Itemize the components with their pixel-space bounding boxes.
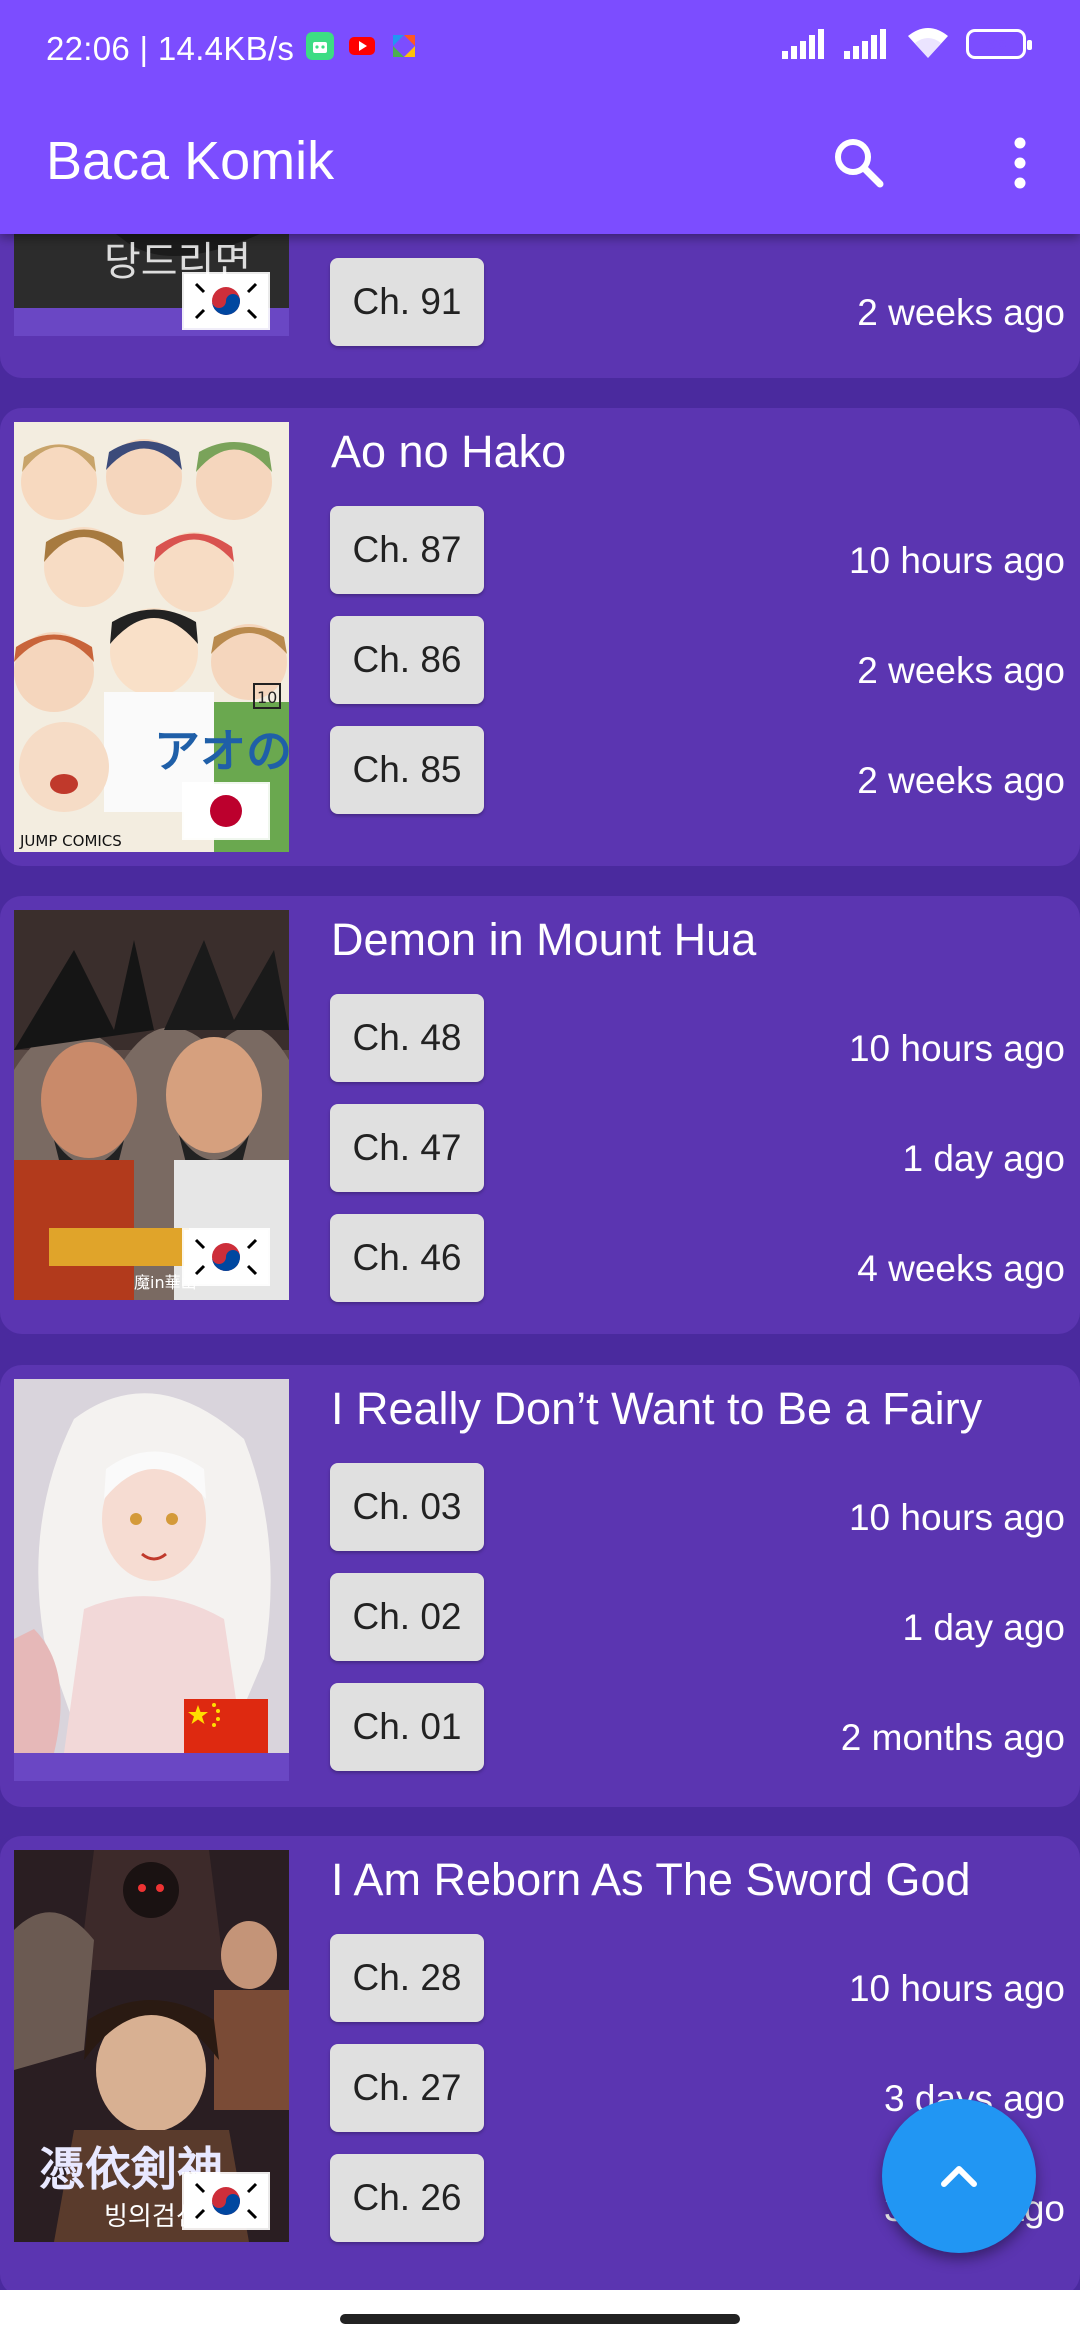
status-time: 22:06 | 14.4KB/s	[46, 30, 295, 67]
comic-title[interactable]: I Am Reborn As The Sword God	[331, 1854, 971, 1906]
status-bar: 22:06 | 14.4KB/s 36	[0, 0, 1080, 100]
korea-flag-icon	[184, 2174, 268, 2228]
search-icon	[835, 139, 884, 188]
chapter-time: 2 weeks ago	[857, 760, 1065, 801]
chapter-time: 2 months ago	[840, 1717, 1065, 1758]
china-flag-icon	[184, 1699, 268, 1753]
chapter-button[interactable]: Ch. 28	[330, 1934, 484, 2022]
kite-app-icon	[393, 35, 415, 57]
chapter-button[interactable]: Ch. 48	[330, 994, 484, 1082]
comic-card[interactable]: アオの JUMP COMICS 10 Ao no Hako Ch. 87 10 …	[0, 408, 1080, 866]
comic-cover[interactable]	[14, 1379, 289, 1753]
notification-icons	[306, 32, 418, 60]
chapter-time: 10 hours ago	[848, 1968, 1065, 2009]
home-indicator[interactable]	[340, 2314, 740, 2324]
cover-strip	[14, 1753, 289, 1781]
chapter-time: 10 hours ago	[848, 540, 1065, 581]
chevron-up-icon	[941, 2166, 977, 2187]
toolbar: Baca Komik	[0, 110, 1080, 234]
battery-icon: 36	[966, 29, 1032, 59]
robot-app-icon	[306, 32, 334, 60]
comic-feed[interactable]: 당드리면 Ch. 91 2 weeks ago アオの JUMP COMICS …	[0, 0, 1080, 2340]
japan-flag-icon	[184, 784, 268, 838]
comic-title[interactable]: I Really Don’t Want to Be a Fairy	[331, 1383, 982, 1435]
svg-text:JUMP COMICS: JUMP COMICS	[19, 832, 122, 850]
chapter-button[interactable]: Ch. 47	[330, 1104, 484, 1192]
signal-icon	[844, 29, 886, 59]
system-icons: 36	[782, 28, 1032, 60]
chapter-time: 2 weeks ago	[857, 292, 1065, 333]
chapter-button[interactable]: Ch. 01	[330, 1683, 484, 1771]
scroll-to-top-button[interactable]	[882, 2099, 1036, 2253]
comic-card[interactable]: I Really Don’t Want to Be a Fairy Ch. 03…	[0, 1365, 1080, 1807]
korea-flag-icon	[184, 1230, 268, 1284]
app-bar: 22:06 | 14.4KB/s 36 Baca Komik	[0, 0, 1080, 234]
chapter-time: 1 day ago	[902, 1138, 1065, 1179]
chapter-button[interactable]: Ch. 26	[330, 2154, 484, 2242]
chapter-button[interactable]: Ch. 02	[330, 1573, 484, 1661]
comic-card[interactable]: 魔in華山 Demon in Mount Hua Ch. 48 10 hours…	[0, 896, 1080, 1334]
comic-title[interactable]: Demon in Mount Hua	[331, 914, 756, 966]
chapter-button[interactable]: Ch. 86	[330, 616, 484, 704]
app-title: Baca Komik	[46, 131, 335, 191]
chapter-time: 2 weeks ago	[857, 650, 1065, 691]
comic-title[interactable]: Ao no Hako	[331, 426, 566, 478]
korea-flag-icon	[184, 274, 268, 328]
youtube-icon	[349, 37, 375, 55]
search-button[interactable]	[824, 128, 894, 198]
svg-text:10: 10	[257, 688, 277, 707]
chapter-time: 10 hours ago	[848, 1028, 1065, 1069]
more-vert-icon	[1014, 137, 1026, 189]
signal-icon	[782, 29, 824, 59]
svg-text:アオの: アオの	[154, 724, 289, 778]
chapter-button[interactable]: Ch. 03	[330, 1463, 484, 1551]
more-options-button[interactable]	[985, 128, 1055, 198]
chapter-button[interactable]: Ch. 91	[330, 258, 484, 346]
chapter-button[interactable]: Ch. 87	[330, 506, 484, 594]
chapter-time: 10 hours ago	[848, 1497, 1065, 1538]
chapter-button[interactable]: Ch. 85	[330, 726, 484, 814]
chapter-time: 4 weeks ago	[857, 1248, 1065, 1289]
chapter-button[interactable]: Ch. 27	[330, 2044, 484, 2132]
wifi-icon	[908, 28, 948, 58]
chapter-time: 1 day ago	[902, 1607, 1065, 1648]
chapter-button[interactable]: Ch. 46	[330, 1214, 484, 1302]
